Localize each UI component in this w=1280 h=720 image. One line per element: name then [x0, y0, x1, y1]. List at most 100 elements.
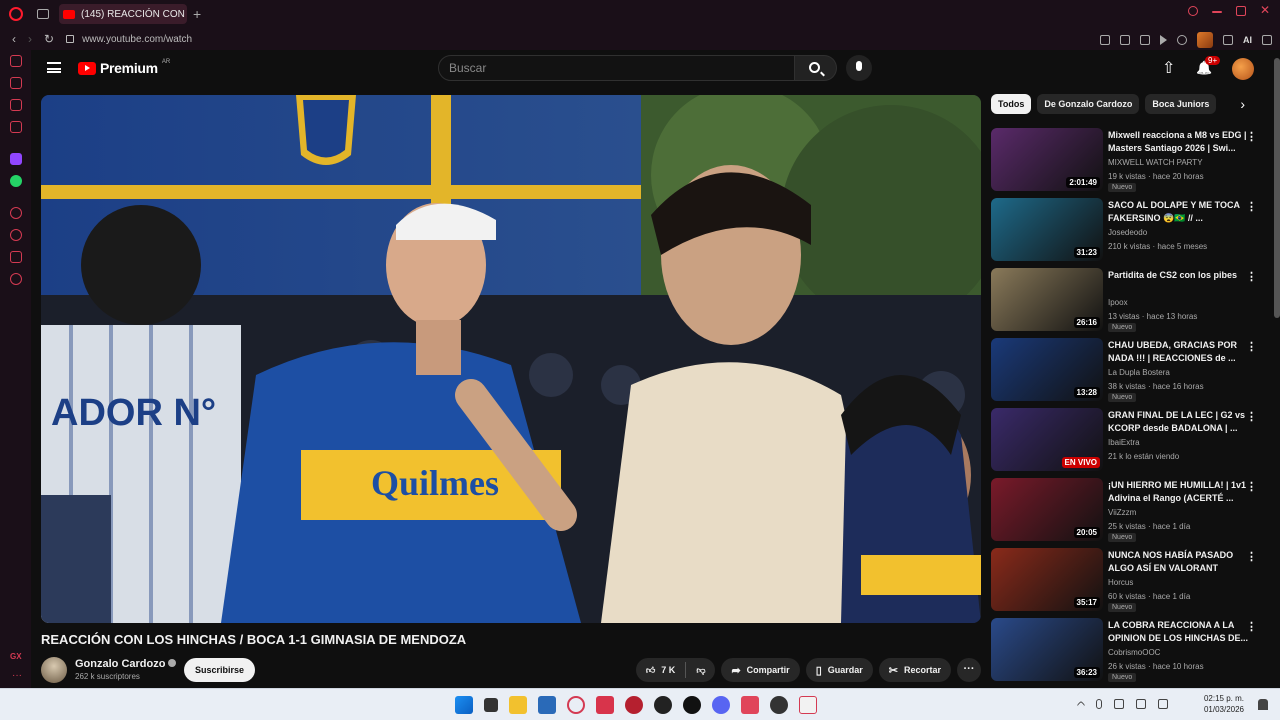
recommendation-channel[interactable]: ViiZzzm	[1108, 508, 1136, 517]
youtube-logo[interactable]: Premium AR	[78, 59, 170, 76]
more-vert-icon[interactable]: ⋮	[1246, 200, 1257, 213]
tray-chevron-icon[interactable]	[1076, 700, 1086, 710]
chevron-right-icon[interactable]: ›	[1240, 96, 1245, 112]
save-button[interactable]: ▯ Guardar	[805, 658, 873, 682]
more-vert-icon[interactable]: ⋮	[1246, 620, 1257, 633]
recommendation-thumbnail[interactable]: 13:28	[991, 338, 1103, 401]
ai-button[interactable]: AI	[1243, 35, 1252, 45]
extensions-icon[interactable]	[10, 251, 22, 263]
subscribe-button[interactable]: Suscribirse	[184, 658, 256, 682]
history-icon[interactable]	[10, 229, 22, 241]
recommendation-thumbnail[interactable]: 2:01:49	[991, 128, 1103, 191]
recommendation-thumbnail[interactable]: 26:16	[991, 268, 1103, 331]
battery-icon[interactable]	[1158, 699, 1168, 709]
recommendation-item[interactable]: 20:05 ¡UN HIERRO ME HUMILLA! | 1v1 Adivin…	[991, 478, 1263, 548]
app-dark-icon[interactable]	[683, 696, 701, 714]
url-field[interactable]: www.youtube.com/watch	[82, 34, 192, 45]
browser-tab-youtube[interactable]: (145) REACCIÓN CON LOS	[59, 4, 187, 24]
more-vert-icon[interactable]: ⋮	[1246, 340, 1257, 353]
chip-todos[interactable]: Todos	[991, 94, 1032, 114]
search-button[interactable]	[795, 55, 837, 81]
more-vert-icon[interactable]: ⋮	[1246, 270, 1257, 283]
recommendation-title[interactable]: ¡UN HIERRO ME HUMILLA! | 1v1 Adivina el …	[1108, 479, 1248, 505]
notification-center-icon[interactable]	[1258, 699, 1268, 710]
pin-icon[interactable]	[1100, 35, 1110, 45]
tab-islands-icon[interactable]	[37, 9, 49, 19]
more-vert-icon[interactable]: ⋮	[1246, 130, 1257, 143]
account-avatar[interactable]	[1232, 58, 1254, 80]
gx-control-icon[interactable]	[10, 55, 22, 67]
recommendation-title[interactable]: CHAU UBEDA, GRACIAS POR NADA !!! | REACC…	[1108, 339, 1248, 365]
recommendation-title[interactable]: SACO AL DOLAPE Y ME TOCA FAKERSINO 😨🇧🇷 /…	[1108, 199, 1248, 225]
file-explorer-icon[interactable]	[509, 696, 527, 714]
recommendation-item[interactable]: 31:23 SACO AL DOLAPE Y ME TOCA FAKERSINO …	[991, 198, 1263, 268]
search-input[interactable]: Buscar	[438, 55, 795, 81]
discord-icon[interactable]	[712, 696, 730, 714]
maximize-icon[interactable]	[1236, 6, 1246, 16]
recommendation-item[interactable]: EN VIVO GRAN FINAL DE LA LEC | G2 vs KCOR…	[991, 408, 1263, 478]
more-vert-icon[interactable]: ⋮	[1246, 550, 1257, 563]
snipping-tool-icon[interactable]	[799, 696, 817, 714]
recommendation-channel[interactable]: CobrismoOOC	[1108, 648, 1160, 657]
task-view-icon[interactable]	[484, 698, 498, 712]
voice-search-icon[interactable]	[846, 55, 872, 81]
app-red2-icon[interactable]	[625, 696, 643, 714]
store-icon[interactable]	[538, 696, 556, 714]
close-icon[interactable]: ✕	[1260, 4, 1270, 16]
download-icon[interactable]	[1223, 35, 1233, 45]
news-icon[interactable]	[10, 121, 22, 133]
recommendation-item[interactable]: 2:01:49 Mixwell reacciona a M8 vs EDG | M…	[991, 128, 1263, 198]
recommendation-title[interactable]: Partidita de CS2 con los pibes	[1108, 269, 1248, 282]
video-player[interactable]: ADOR N° Quilmes	[41, 95, 981, 623]
easy-setup-icon[interactable]	[1262, 35, 1272, 45]
snapshot-icon[interactable]	[1120, 35, 1130, 45]
shield-icon[interactable]	[1140, 35, 1150, 45]
recommendation-title[interactable]: NUNCA NOS HABÍA PASADO ALGO ASÍ EN VALOR…	[1108, 549, 1248, 575]
more-vert-icon[interactable]: ⋮	[1246, 480, 1257, 493]
recommendation-title[interactable]: Mixwell reacciona a M8 vs EDG | Masters …	[1108, 129, 1248, 155]
forward-icon[interactable]: ›	[28, 32, 32, 46]
recommendation-item[interactable]: 13:28 CHAU UBEDA, GRACIAS POR NADA !!! | …	[991, 338, 1263, 408]
recommendation-item[interactable]: 36:23 LA COBRA REACCIONA A LA OPINION DE …	[991, 618, 1263, 688]
player-icon[interactable]	[10, 207, 22, 219]
recommendation-item[interactable]: 26:16 Partidita de CS2 con los pibes Ipoox…	[991, 268, 1263, 338]
app-pink-icon[interactable]	[741, 696, 759, 714]
microphone-icon[interactable]	[1096, 699, 1102, 709]
recommendation-channel[interactable]: Horcus	[1108, 578, 1133, 587]
network-icon[interactable]	[1114, 699, 1124, 709]
like-button[interactable]: 👍︎ 7 K	[636, 665, 685, 676]
channel-name[interactable]: Gonzalo Cardozo	[75, 658, 177, 670]
minimize-icon[interactable]	[1212, 11, 1222, 13]
back-icon[interactable]: ‹	[12, 32, 16, 46]
channel-avatar[interactable]	[41, 657, 67, 683]
share-button[interactable]: ➦ Compartir	[721, 658, 800, 682]
recommendation-channel[interactable]: La Dupla Bostera	[1108, 368, 1170, 377]
recommendation-thumbnail[interactable]: 20:05	[991, 478, 1103, 541]
recommendation-thumbnail[interactable]: EN VIVO	[991, 408, 1103, 471]
recommendation-channel[interactable]: IbaiExtra	[1108, 438, 1140, 447]
new-tab-button[interactable]: +	[193, 6, 201, 22]
reload-icon[interactable]: ↻	[44, 32, 54, 46]
lock-icon[interactable]	[66, 35, 75, 43]
recommendation-channel[interactable]: MIXWELL WATCH PARTY	[1108, 158, 1203, 167]
steam-icon[interactable]	[654, 696, 672, 714]
recommendation-thumbnail[interactable]: 31:23	[991, 198, 1103, 261]
chip-channel[interactable]: De Gonzalo Cardozo	[1037, 94, 1140, 114]
chip-boca-juniors[interactable]: Boca Juniors	[1145, 94, 1217, 114]
recommendation-channel[interactable]: Ipoox	[1108, 298, 1128, 307]
notifications-icon[interactable]: 9+	[1196, 56, 1221, 77]
twitch-icon[interactable]	[10, 153, 22, 165]
whatsapp-icon[interactable]	[10, 175, 22, 187]
clock[interactable]: 02:15 p. m. 01/03/2026	[1204, 693, 1244, 715]
messenger-icon[interactable]	[10, 99, 22, 111]
opera-logo-icon[interactable]	[9, 7, 23, 21]
more-icon[interactable]: ···	[12, 670, 22, 681]
opera-gx-taskbar-icon[interactable]	[567, 696, 585, 714]
recommendation-item[interactable]: 35:17 NUNCA NOS HABÍA PASADO ALGO ASÍ EN …	[991, 548, 1263, 618]
recommendation-title[interactable]: LA COBRA REACCIONA A LA OPINION DE LOS H…	[1108, 619, 1248, 645]
media-player-icon[interactable]	[770, 696, 788, 714]
create-icon[interactable]	[1162, 58, 1176, 78]
windows-start-icon[interactable]	[455, 696, 473, 714]
heart-icon[interactable]	[1177, 35, 1187, 45]
recommendation-title[interactable]: GRAN FINAL DE LA LEC | G2 vs KCORP desde…	[1108, 409, 1248, 435]
